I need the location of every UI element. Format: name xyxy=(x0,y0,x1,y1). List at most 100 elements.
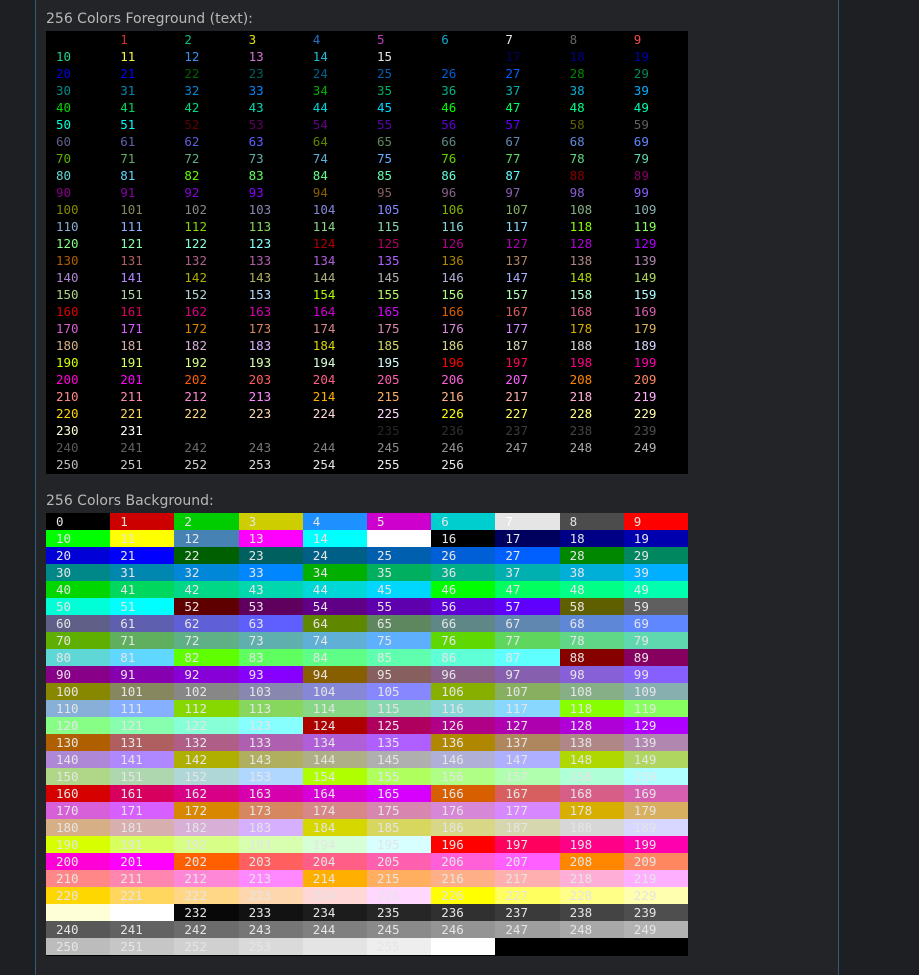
fg-color-cell: 19 xyxy=(633,49,649,64)
bg-color-cell: 245 xyxy=(367,921,432,938)
fg-color-cell: 183 xyxy=(248,338,272,353)
bg-color-cell: 34 xyxy=(302,564,367,581)
bg-color-cell: 160 xyxy=(46,785,111,802)
fg-color-cell: 180 xyxy=(56,338,79,353)
bg-color-cell: 228 xyxy=(559,887,624,904)
bg-color-cell: 89 xyxy=(623,649,688,666)
bg-color-cell: 240 xyxy=(46,921,111,938)
bg-color-cell: 143 xyxy=(238,751,303,768)
bg-color-cell: 41 xyxy=(110,581,175,598)
bg-color-cell: 173 xyxy=(238,802,303,819)
fg-color-cell: 131 xyxy=(120,253,143,268)
fg-color-cell: 148 xyxy=(569,270,593,285)
bg-color-cell: 234 xyxy=(302,904,367,921)
bg-color-cell: 149 xyxy=(623,751,688,768)
fg-color-cell: 25 xyxy=(377,66,393,81)
bg-color-cell: 169 xyxy=(623,785,688,802)
bg-color-cell: 23 xyxy=(238,547,303,564)
bg-color-cell: 155 xyxy=(367,768,432,785)
bg-color-cell: 43 xyxy=(238,581,303,598)
fg-color-cell: 160 xyxy=(56,304,79,319)
bg-color-cell: 120 xyxy=(46,717,111,734)
bg-color-cell: 9 xyxy=(623,513,688,530)
bg-color-cell: 227 xyxy=(495,887,560,904)
bg-color-cell: 127 xyxy=(495,717,560,734)
fg-color-cell: 125 xyxy=(377,236,400,251)
bg-color-cell: 209 xyxy=(623,853,688,870)
fg-color-cell: 68 xyxy=(569,134,585,149)
bg-color-cell: 208 xyxy=(559,853,624,870)
fg-color-cell: 168 xyxy=(569,304,593,319)
fg-color-cell: 145 xyxy=(377,270,400,285)
fg-color-cell: 86 xyxy=(441,168,457,183)
bg-color-cell: 181 xyxy=(110,819,175,836)
fg-color-cell: 31 xyxy=(120,83,136,98)
bg-color-cell: 187 xyxy=(495,819,560,836)
fg-color-cell: 152 xyxy=(184,287,207,302)
fg-color-cell: 74 xyxy=(312,151,328,166)
fg-color-cell: 165 xyxy=(377,304,400,319)
fg-color-cell: 76 xyxy=(441,151,457,166)
bg-color-cell: 138 xyxy=(559,734,624,751)
bg-color-cell: 131 xyxy=(110,734,175,751)
fg-color-cell: 94 xyxy=(312,185,328,200)
bg-color-cell: 103 xyxy=(238,683,303,700)
bg-color-cell: 152 xyxy=(174,768,239,785)
bg-color-cell: 105 xyxy=(367,683,432,700)
fg-color-cell: 150 xyxy=(56,287,79,302)
bg-color-cell: 83 xyxy=(238,649,303,666)
fg-color-cell: 61 xyxy=(120,134,136,149)
fg-color-cell: 216 xyxy=(441,389,464,404)
bg-color-cell: 172 xyxy=(174,802,239,819)
fg-color-cell: 63 xyxy=(248,134,264,149)
fg-color-cell: 212 xyxy=(184,389,207,404)
bg-color-cell: 237 xyxy=(495,904,560,921)
bg-color-cell: 48 xyxy=(559,581,624,598)
fg-color-cell: 133 xyxy=(248,253,272,268)
bg-color-cell: 72 xyxy=(174,632,239,649)
bg-color-cell: 142 xyxy=(174,751,239,768)
fg-color-cell: 79 xyxy=(633,151,649,166)
fg-color-cell: 106 xyxy=(441,202,464,217)
fg-color-cell: 95 xyxy=(377,185,393,200)
bg-color-cell: 164 xyxy=(302,785,367,802)
fg-color-cell: 236 xyxy=(441,423,464,438)
bg-color-cell: 24 xyxy=(302,547,367,564)
bg-color-cell: 102 xyxy=(174,683,239,700)
bg-color-cell: 73 xyxy=(238,632,303,649)
bg-color-cell: 104 xyxy=(302,683,367,700)
bg-color-cell: 42 xyxy=(174,581,239,598)
fg-color-cell: 163 xyxy=(248,304,272,319)
fg-color-cell: 48 xyxy=(569,100,585,115)
fg-color-cell: 103 xyxy=(248,202,272,217)
bg-color-cell: 246 xyxy=(431,921,496,938)
bg-color-cell: 219 xyxy=(623,870,688,887)
fg-color-cell: 36 xyxy=(441,83,457,98)
bg-color-cell: 110 xyxy=(46,700,111,717)
fg-color-cell: 119 xyxy=(633,219,657,234)
fg-color-cell: 71 xyxy=(120,151,136,166)
bg-color-cell: 213 xyxy=(238,870,303,887)
bg-color-cell: 35 xyxy=(367,564,432,581)
fg-color-cell: 241 xyxy=(120,440,143,455)
bg-color-cell xyxy=(46,904,111,921)
bg-color-cell: 18 xyxy=(559,530,624,547)
bg-color-cell: 135 xyxy=(367,734,432,751)
fg-color-cell: 45 xyxy=(377,100,393,115)
bg-color-cell: 22 xyxy=(174,547,239,564)
bg-color-cell: 13 xyxy=(238,530,303,547)
bg-color-cell: 243 xyxy=(238,921,303,938)
bg-color-cell: 27 xyxy=(495,547,560,564)
bg-color-cell: 49 xyxy=(623,581,688,598)
fg-color-cell xyxy=(174,422,238,439)
bg-color-cell: 94 xyxy=(302,666,367,683)
bg-color-cell: 84 xyxy=(302,649,367,666)
bg-color-cell: 1 xyxy=(110,513,175,530)
bg-color-cell: 58 xyxy=(559,598,624,615)
fg-color-cell: 155 xyxy=(377,287,400,302)
fg-color-cell: 141 xyxy=(120,270,143,285)
bg-color-cell: 220 xyxy=(46,887,111,904)
fg-color-cell: 240 xyxy=(56,440,79,455)
fg-color-cell: 29 xyxy=(633,66,649,81)
fg-color-cell: 118 xyxy=(569,219,593,234)
